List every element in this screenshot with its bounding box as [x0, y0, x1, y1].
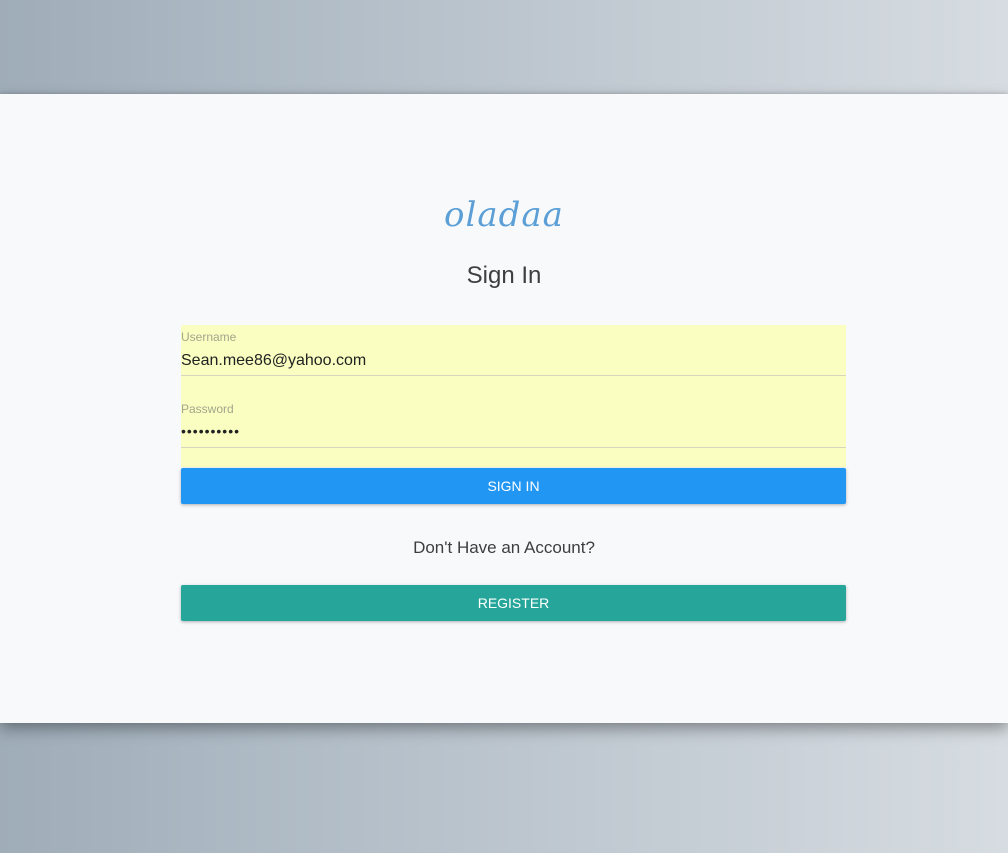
brand-logo: oladaa — [444, 195, 564, 235]
username-input[interactable]: Sean.mee86@yahoo.com — [181, 352, 841, 370]
signin-button[interactable]: SIGN IN — [181, 468, 846, 504]
username-label: Username — [181, 330, 237, 344]
password-input[interactable]: •••••••••• — [181, 423, 841, 439]
password-label: Password — [181, 402, 234, 416]
page-title: Sign In — [466, 262, 542, 289]
no-account-prompt: Don't Have an Account? — [413, 538, 595, 557]
register-button[interactable]: REGISTER — [181, 585, 846, 621]
signin-panel: oladaa Sign In Username Sean.mee86@yahoo… — [0, 94, 1008, 723]
username-field[interactable]: Username Sean.mee86@yahoo.com — [181, 325, 846, 376]
password-field[interactable]: Password •••••••••• — [181, 397, 846, 448]
